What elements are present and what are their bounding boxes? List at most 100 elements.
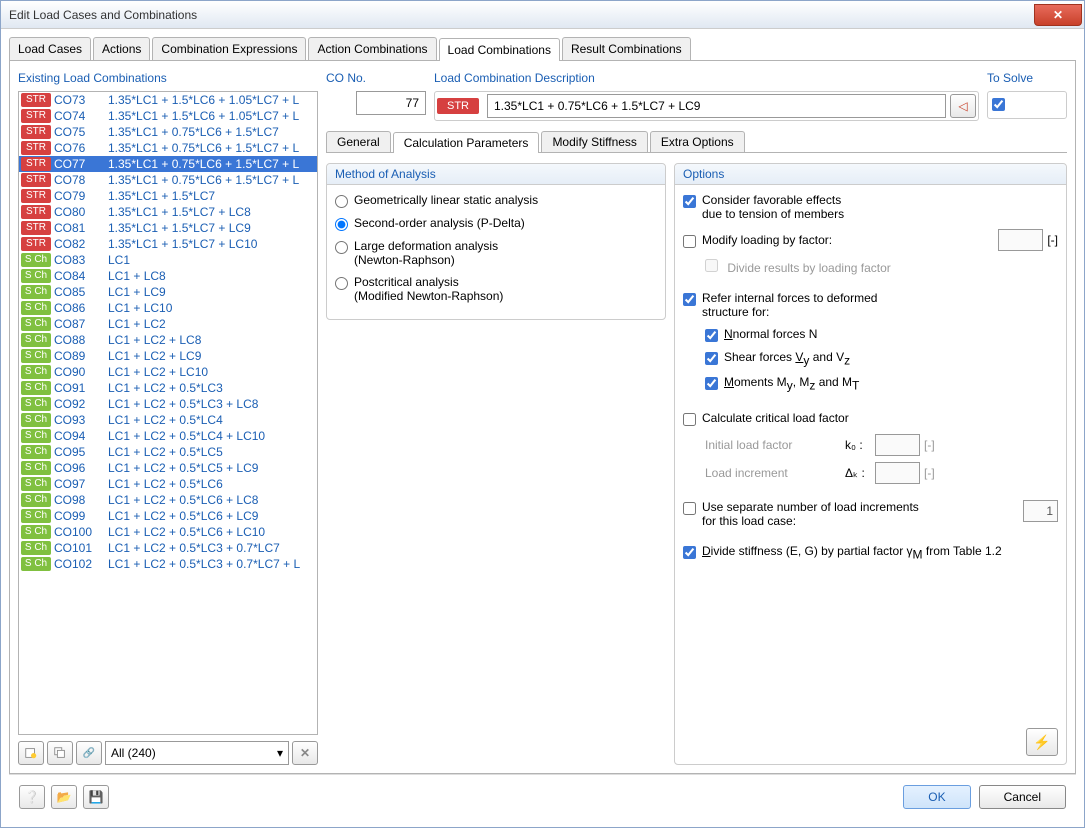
subtab-calculation-parameters[interactable]: Calculation Parameters: [393, 132, 540, 153]
subtab-extra-options[interactable]: Extra Options: [650, 131, 745, 152]
filter-combo[interactable]: All (240) ▾: [105, 741, 289, 765]
check-moments[interactable]: Moments My, Mz and MT: [705, 375, 1058, 392]
badge: S Ch: [21, 477, 51, 491]
badge: S Ch: [21, 285, 51, 299]
check-refer-internal[interactable]: Refer internal forces to deformedstructu…: [683, 291, 1058, 319]
check-separate-increments[interactable]: [683, 502, 696, 515]
list-item[interactable]: S ChCO100LC1 + LC2 + 0.5*LC6 + LC10: [19, 524, 317, 540]
badge: STR: [21, 157, 51, 171]
close-button[interactable]: ✕: [1034, 4, 1082, 26]
delete-button[interactable]: ✕: [292, 741, 318, 765]
list-item[interactable]: S ChCO102LC1 + LC2 + 0.5*LC3 + 0.7*LC7 +…: [19, 556, 317, 572]
help-button[interactable]: ❔: [19, 785, 45, 809]
check-favorable[interactable]: Consider favorable effectsdue to tension…: [683, 193, 1058, 221]
combination-expression: LC1 + LC10: [108, 301, 172, 315]
link-icon: 🔗: [83, 748, 95, 759]
co-no-input[interactable]: [356, 91, 426, 115]
list-item[interactable]: STRCO811.35*LC1 + 1.5*LC7 + LC9: [19, 220, 317, 236]
list-item[interactable]: S ChCO99LC1 + LC2 + 0.5*LC6 + LC9: [19, 508, 317, 524]
save-button[interactable]: 💾: [83, 785, 109, 809]
badge: S Ch: [21, 269, 51, 283]
tab-load-combinations[interactable]: Load Combinations: [439, 38, 560, 61]
list-item[interactable]: S ChCO87LC1 + LC2: [19, 316, 317, 332]
tab-load-cases[interactable]: Load Cases: [9, 37, 91, 60]
radio-pdelta[interactable]: Second-order analysis (P-Delta): [335, 216, 657, 231]
combination-expression: 1.35*LC1 + 1.5*LC7: [108, 189, 215, 203]
list-item[interactable]: S ChCO89LC1 + LC2 + LC9: [19, 348, 317, 364]
ok-button[interactable]: OK: [903, 785, 970, 809]
list-item[interactable]: S ChCO91LC1 + LC2 + 0.5*LC3: [19, 380, 317, 396]
list-item[interactable]: S ChCO97LC1 + LC2 + 0.5*LC6: [19, 476, 317, 492]
combination-id: CO77: [54, 157, 98, 171]
copy-item-button[interactable]: [47, 741, 73, 765]
new-item-button[interactable]: [18, 741, 44, 765]
badge: STR: [21, 237, 51, 251]
list-item[interactable]: S ChCO85LC1 + LC9: [19, 284, 317, 300]
combination-id: CO76: [54, 141, 98, 155]
list-item[interactable]: STRCO801.35*LC1 + 1.5*LC7 + LC8: [19, 204, 317, 220]
list-item[interactable]: STRCO771.35*LC1 + 0.75*LC6 + 1.5*LC7 + L: [19, 156, 317, 172]
combination-expression: LC1 + LC9: [108, 285, 166, 299]
list-item[interactable]: STRCO751.35*LC1 + 0.75*LC6 + 1.5*LC7: [19, 124, 317, 140]
combination-expression: LC1 + LC2 + LC10: [108, 365, 208, 379]
list-item[interactable]: S ChCO101LC1 + LC2 + 0.5*LC3 + 0.7*LC7: [19, 540, 317, 556]
dialog-footer: ❔ 📂 💾 OK Cancel: [9, 774, 1076, 819]
list-item[interactable]: STRCO791.35*LC1 + 1.5*LC7: [19, 188, 317, 204]
combination-expression: LC1 + LC2 + 0.5*LC6: [108, 477, 223, 491]
combination-id: CO92: [54, 397, 98, 411]
desc-input[interactable]: [487, 94, 946, 118]
combination-expression: LC1 + LC2: [108, 317, 166, 331]
open-button[interactable]: 📂: [51, 785, 77, 809]
list-item[interactable]: S ChCO86LC1 + LC10: [19, 300, 317, 316]
list-item[interactable]: S ChCO98LC1 + LC2 + 0.5*LC6 + LC8: [19, 492, 317, 508]
list-item[interactable]: STRCO761.35*LC1 + 0.75*LC6 + 1.5*LC7 + L: [19, 140, 317, 156]
subtab-general[interactable]: General: [326, 131, 391, 152]
combination-expression: 1.35*LC1 + 1.5*LC7 + LC10: [108, 237, 257, 251]
list-item[interactable]: S ChCO93LC1 + LC2 + 0.5*LC4: [19, 412, 317, 428]
list-item[interactable]: S ChCO84LC1 + LC8: [19, 268, 317, 284]
check-critical-load[interactable]: Calculate critical load factor: [683, 411, 1058, 426]
check-shear-forces[interactable]: Shear forces Vy and Vz: [705, 350, 1058, 367]
disk-icon: 💾: [89, 790, 104, 804]
tab-combination-expressions[interactable]: Combination Expressions: [152, 37, 306, 60]
list-item[interactable]: STRCO781.35*LC1 + 0.75*LC6 + 1.5*LC7 + L: [19, 172, 317, 188]
dk-input: [875, 462, 920, 484]
combination-id: CO95: [54, 445, 98, 459]
badge: STR: [21, 205, 51, 219]
desc-dropdown-button[interactable]: ◁: [950, 94, 976, 118]
check-modify-loading[interactable]: [683, 235, 696, 248]
tab-actions[interactable]: Actions: [93, 37, 150, 60]
list-item[interactable]: S ChCO94LC1 + LC2 + 0.5*LC4 + LC10: [19, 428, 317, 444]
list-item[interactable]: S ChCO95LC1 + LC2 + 0.5*LC5: [19, 444, 317, 460]
combination-expression: 1.35*LC1 + 1.5*LC7 + LC8: [108, 205, 251, 219]
check-normal-forces[interactable]: Nnormal forces N: [705, 327, 1058, 342]
list-item[interactable]: S ChCO90LC1 + LC2 + LC10: [19, 364, 317, 380]
close-icon: ✕: [1053, 8, 1063, 22]
cancel-button[interactable]: Cancel: [979, 785, 1066, 809]
selection-button[interactable]: 🔗: [76, 741, 102, 765]
apply-to-all-button[interactable]: ⚡: [1026, 728, 1058, 756]
check-divide-stiffness[interactable]: Divide stiffness (E, G) by partial facto…: [683, 544, 1058, 561]
to-solve-checkbox[interactable]: [992, 98, 1005, 111]
radio-large-deformation[interactable]: Large deformation analysis(Newton-Raphso…: [335, 239, 657, 267]
combination-id: CO78: [54, 173, 98, 187]
combinations-list[interactable]: STRCO731.35*LC1 + 1.5*LC6 + 1.05*LC7 + L…: [18, 91, 318, 735]
list-item[interactable]: STRCO821.35*LC1 + 1.5*LC7 + LC10: [19, 236, 317, 252]
combination-expression: LC1: [108, 253, 130, 267]
triangle-left-icon: ◁: [958, 99, 967, 113]
badge: STR: [21, 173, 51, 187]
subtab-modify-stiffness[interactable]: Modify Stiffness: [541, 131, 647, 152]
list-item[interactable]: S ChCO92LC1 + LC2 + 0.5*LC3 + LC8: [19, 396, 317, 412]
tab-action-combinations[interactable]: Action Combinations: [308, 37, 436, 60]
list-item[interactable]: STRCO741.35*LC1 + 1.5*LC6 + 1.05*LC7 + L: [19, 108, 317, 124]
badge: S Ch: [21, 333, 51, 347]
list-item[interactable]: S ChCO96LC1 + LC2 + 0.5*LC5 + LC9: [19, 460, 317, 476]
list-item[interactable]: S ChCO83LC1: [19, 252, 317, 268]
radio-postcritical[interactable]: Postcritical analysis(Modified Newton-Ra…: [335, 275, 657, 303]
combination-expression: 1.35*LC1 + 1.5*LC6 + 1.05*LC7 + L: [108, 93, 299, 107]
loading-factor-input: [998, 229, 1043, 251]
tab-result-combinations[interactable]: Result Combinations: [562, 37, 691, 60]
list-item[interactable]: STRCO731.35*LC1 + 1.5*LC6 + 1.05*LC7 + L: [19, 92, 317, 108]
list-item[interactable]: S ChCO88LC1 + LC2 + LC8: [19, 332, 317, 348]
radio-linear[interactable]: Geometrically linear static analysis: [335, 193, 657, 208]
